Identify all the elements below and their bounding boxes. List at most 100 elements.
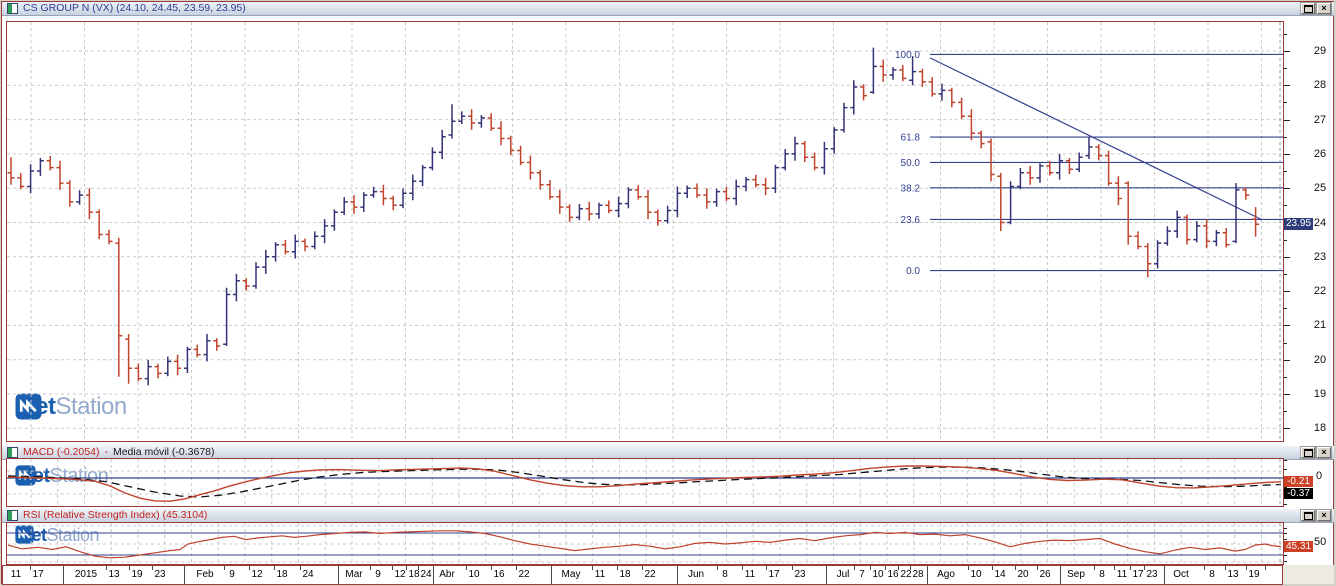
date-label: May [562, 569, 581, 580]
rsi-axis-tick [1284, 533, 1287, 534]
date-separator [826, 566, 827, 584]
price-chart-plot[interactable]: netStation 100.061.850.038.223.60.0 [6, 21, 1284, 442]
close-icon[interactable]: × [1317, 510, 1331, 521]
rsi-canvas[interactable] [7, 523, 1283, 564]
date-label: Jun [688, 569, 704, 580]
date-label: 14 [994, 569, 1005, 580]
date-tick [910, 566, 911, 570]
date-label: 18 [619, 569, 630, 580]
maximize-icon[interactable] [1301, 447, 1315, 458]
date-separator [184, 566, 185, 584]
date-label: 16 [493, 569, 504, 580]
date-label: 13 [1227, 569, 1238, 580]
date-label: Abr [439, 569, 455, 580]
date-label: 26 [1039, 569, 1050, 580]
date-tick [992, 566, 993, 570]
close-icon[interactable]: × [1317, 447, 1331, 458]
date-label: 23 [1146, 569, 1157, 580]
trend-line [930, 58, 1262, 220]
price-axis-label: 21 [1306, 319, 1334, 331]
price-axis-tick [1284, 343, 1287, 344]
maximize-icon[interactable] [1301, 3, 1315, 14]
price-axis-tick [1284, 120, 1290, 121]
macd-axis-tick [1284, 469, 1287, 470]
price-axis-label: 26 [1306, 148, 1334, 160]
date-label: 17 [768, 569, 779, 580]
ohlc-bars-up [27, 48, 1239, 386]
fib-lines: 100.061.850.038.223.60.0 [895, 50, 1283, 277]
svg-text:38.2: 38.2 [901, 183, 921, 194]
price-chart-canvas[interactable]: 100.061.850.038.223.60.0 [7, 22, 1283, 441]
chart-panel-icon [7, 3, 18, 14]
chart-panel-icon [7, 447, 18, 458]
price-axis-tick [1284, 325, 1290, 326]
price-axis-tick [1284, 205, 1287, 206]
rsi-axis-tick [1284, 555, 1287, 556]
price-axis-label: 23 [1306, 251, 1334, 263]
date-tick [516, 566, 517, 570]
price-axis-tick [1284, 51, 1290, 52]
rsi-panel-title-bar[interactable]: RSI (Relative Strength Index) (45.3104) … [2, 509, 1334, 523]
macd-plot[interactable]: netStation [6, 458, 1284, 507]
macd-signal-line [8, 467, 1281, 497]
macd-zero-label: 0 [1316, 470, 1322, 482]
date-tick [392, 566, 393, 570]
date-tick [870, 566, 871, 570]
maximize-icon[interactable] [1301, 510, 1315, 521]
date-label: 19 [131, 569, 142, 580]
date-separator [63, 566, 64, 584]
date-label: Oct [1173, 569, 1189, 580]
price-axis-tick [1284, 154, 1290, 155]
price-axis-tick [1284, 137, 1287, 138]
date-label: 11 [745, 569, 755, 580]
date-tick [792, 566, 793, 570]
date-tick [418, 566, 419, 570]
price-axis-label: 18 [1306, 422, 1334, 434]
date-tick [406, 566, 407, 570]
price-axis-tick [1284, 257, 1290, 258]
date-label: 20 [1017, 569, 1028, 580]
date-label: 22 [518, 569, 529, 580]
close-icon[interactable]: × [1317, 3, 1331, 14]
date-label: 2015 [75, 569, 97, 580]
date-tick [370, 566, 371, 570]
price-axis-label: 29 [1306, 45, 1334, 57]
date-label: 24 [420, 569, 431, 580]
date-tick [106, 566, 107, 570]
price-axis-label: 27 [1306, 114, 1334, 126]
price-panel-title-bar[interactable]: CS GROUP N (VX) (24.10, 24.45, 23.59, 23… [2, 2, 1334, 16]
rsi-plot[interactable]: netStation [6, 522, 1284, 565]
axis-corner-filler [1283, 565, 1334, 584]
chart-panel-icon [7, 510, 18, 521]
date-tick [1204, 566, 1205, 570]
date-tick [968, 566, 969, 570]
macd-canvas[interactable] [7, 459, 1283, 506]
price-axis-tick [1284, 102, 1287, 103]
price-axis-tick [1284, 360, 1290, 361]
price-axis-label: 28 [1306, 79, 1334, 91]
date-tick [854, 566, 855, 570]
date-label: 22 [644, 569, 655, 580]
date-label: 18 [276, 569, 287, 580]
date-label: Jul [837, 569, 850, 580]
date-separator [1060, 566, 1061, 584]
date-label: 22 [900, 569, 911, 580]
date-label: 17 [32, 569, 43, 580]
price-axis-tick [1284, 188, 1290, 189]
price-axis: 292827262524232221201918 [1284, 22, 1334, 441]
date-separator [551, 566, 552, 584]
date-separator [677, 566, 678, 584]
date-tick [1144, 566, 1145, 570]
date-label: 10 [468, 569, 479, 580]
grid [7, 22, 1283, 441]
date-label: 12 [394, 569, 405, 580]
svg-text:61.8: 61.8 [901, 133, 921, 144]
date-tick [642, 566, 643, 570]
date-label: 9 [229, 569, 235, 580]
price-axis-tick [1284, 240, 1287, 241]
date-tick [30, 566, 31, 570]
date-separator [338, 566, 339, 584]
svg-text:0.0: 0.0 [906, 266, 920, 277]
date-tick [1114, 566, 1115, 570]
price-axis-tick [1284, 291, 1290, 292]
